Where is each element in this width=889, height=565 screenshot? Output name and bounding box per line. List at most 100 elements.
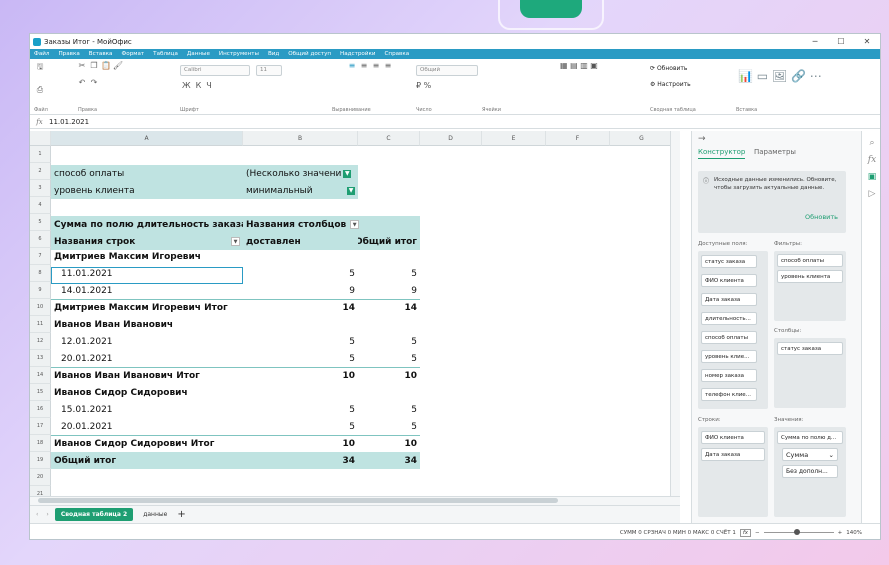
filter-icon[interactable]: ▼ [343,169,352,178]
value-field[interactable]: Сумма по полю д... [777,431,843,444]
available-field[interactable]: Дата заказа [701,293,757,306]
cell-b7[interactable] [243,248,358,265]
tab-parameters[interactable]: Параметры [754,148,796,156]
row-header[interactable]: 20 [30,469,51,486]
row-header[interactable]: 14 [30,367,51,384]
cell-a16[interactable]: 15.01.2021 [51,401,243,418]
col-header-c[interactable]: C [358,131,420,146]
row-header[interactable]: 17 [30,418,51,435]
zoom-slider[interactable] [763,529,834,535]
undo-icon[interactable]: ↶ [76,78,88,87]
row-header[interactable]: 19 [30,452,51,469]
add-sheet-button[interactable]: + [177,509,185,520]
filter-icon[interactable]: ▼ [347,186,355,195]
cell-a10[interactable]: Дмитриев Максим Игоревич Итог [51,299,243,316]
menu-file[interactable]: Файл [34,51,49,57]
copy-icon[interactable]: ❐ [88,61,100,70]
cell-c16[interactable]: 5 [358,401,420,418]
cell-b5[interactable]: Названия столбцов ▼ [243,216,420,233]
cell-c11[interactable] [358,316,420,333]
print-icon[interactable]: ⎙ [34,85,46,95]
align-right-icon[interactable]: ≡ [370,61,382,70]
row-header[interactable]: 15 [30,384,51,401]
play-icon[interactable]: ▷ [862,189,880,199]
cell-c14[interactable]: 10 [358,367,420,384]
cell-b8[interactable]: 5 [243,265,358,282]
row-header[interactable]: 18 [30,435,51,452]
zoom-level[interactable]: 140% [846,530,862,536]
row-header[interactable]: 1 [30,146,51,163]
col-header-g[interactable]: G [610,131,674,146]
row-header[interactable]: 13 [30,350,51,367]
row-header[interactable]: 11 [30,316,51,333]
save-icon[interactable]: 🖫 [34,61,46,75]
menu-insert[interactable]: Вставка [89,51,113,57]
search-icon[interactable]: ⌕ [862,138,880,148]
col-header-a[interactable]: A [51,131,243,146]
corner-cell[interactable] [30,131,51,146]
row-header[interactable]: 8 [30,265,51,282]
pivot-panel-icon[interactable]: ▣ [862,172,880,182]
zoom-in-button[interactable]: + [838,530,843,536]
cell-a9[interactable]: 14.01.2021 [51,282,243,299]
filter-field[interactable]: уровень клиента [777,270,843,283]
row-header[interactable]: 2 [30,163,51,180]
cell-b18[interactable]: 10 [243,435,358,452]
cell-c10[interactable]: 14 [358,299,420,316]
row-header[interactable]: 7 [30,248,51,265]
cell-a14[interactable]: Иванов Иван Иванович Итог [51,367,243,384]
cell-c19[interactable]: 34 [358,452,420,469]
tab-prev-icon[interactable]: ‹ [36,511,38,518]
cell-a15[interactable]: Иванов Сидор Сидорович [51,384,243,401]
available-field[interactable]: телефон клие... [701,388,757,401]
configure-pivot-button[interactable]: ⚙ Настроить [650,81,691,88]
col-header-b[interactable]: B [243,131,358,146]
cell-a17[interactable]: 20.01.2021 [51,418,243,435]
filters-zone[interactable]: способ оплаты уровень клиента [774,251,846,321]
cell-b2[interactable]: (Несколько значени ▼ [243,165,358,182]
cell-b10[interactable]: 14 [243,299,358,316]
cell-a18[interactable]: Иванов Сидор Сидорович Итог [51,435,243,452]
cell-c12[interactable]: 5 [358,333,420,350]
cell-c13[interactable]: 5 [358,350,420,367]
cell-b14[interactable]: 10 [243,367,358,384]
chevron-down-icon[interactable]: ▼ [231,237,240,246]
align-left-icon[interactable]: ≡ [346,61,358,70]
menu-help[interactable]: Справка [385,51,410,57]
cell-b15[interactable] [243,384,358,401]
aggregate-select[interactable]: Сумма ⌄ [782,448,838,461]
row-header[interactable]: 16 [30,401,51,418]
cell-b11[interactable] [243,316,358,333]
close-button[interactable]: ✕ [854,37,880,46]
cell-b17[interactable]: 5 [243,418,358,435]
refresh-pivot-button[interactable]: ⟳ Обновить [650,65,687,72]
column-field[interactable]: статус заказа [777,342,843,355]
available-field[interactable]: статус заказа [701,255,757,268]
cell-a19[interactable]: Общий итог [51,452,243,469]
cut-icon[interactable]: ✂ [76,61,88,70]
row-header[interactable]: 12 [30,333,51,350]
menu-table[interactable]: Таблица [153,51,178,57]
available-field[interactable]: способ оплаты [701,331,757,344]
spreadsheet-grid[interactable]: A B C D E F G 1 2 3 4 5 6 7 8 9 10 11 12 13 14 15 16 17 1… [30,131,680,496]
extra-calc-select[interactable]: Без дополн... [782,465,838,478]
cell-c9[interactable]: 9 [358,282,420,299]
cell-b3[interactable]: минимальный ▼ [243,182,358,199]
row-header[interactable]: 10 [30,299,51,316]
formula-input[interactable]: 11.01.2021 [49,118,89,126]
cell-c7[interactable] [358,248,420,265]
cell-b13[interactable]: 5 [243,350,358,367]
menu-sharing[interactable]: Общий доступ [288,51,331,57]
filter-field[interactable]: способ оплаты [777,254,843,267]
row-header[interactable]: 6 [30,231,51,248]
font-name-select[interactable]: Calibri [180,65,250,76]
function-toggle-icon[interactable]: fx [739,528,752,537]
menu-addons[interactable]: Надстройки [340,51,375,57]
cell-b12[interactable]: 5 [243,333,358,350]
minimize-button[interactable]: ─ [802,37,828,46]
zoom-out-button[interactable]: − [755,530,760,536]
insert-chart-icons[interactable]: 📊 ▭ 🖼 🔗 ⋯ [738,69,822,83]
cell-c15[interactable] [358,384,420,401]
cell-c8[interactable]: 5 [358,265,420,282]
align-justify-icon[interactable]: ≡ [382,61,394,70]
